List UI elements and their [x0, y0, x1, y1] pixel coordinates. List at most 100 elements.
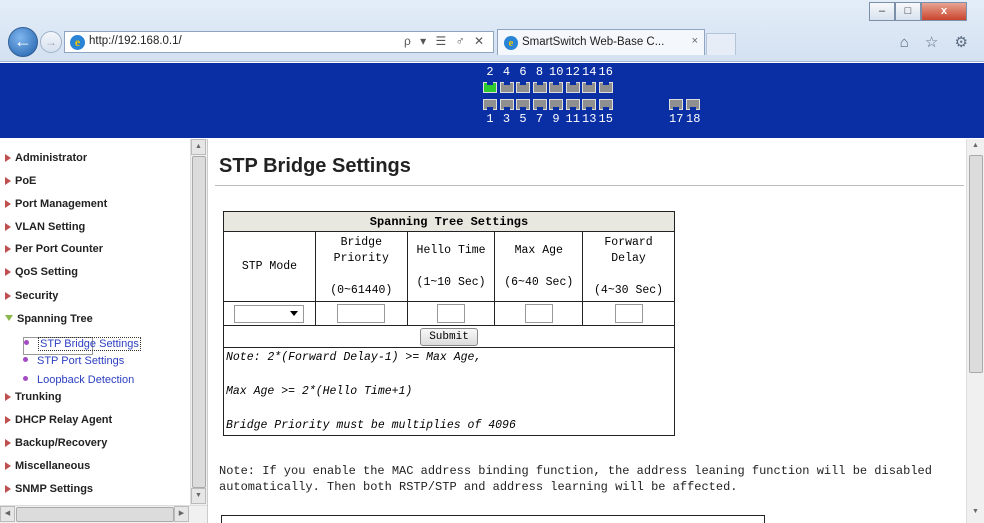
arrow-icon: [5, 462, 11, 470]
port-number-label: 10: [549, 65, 564, 79]
table-header-row: STP Mode Bridge Priority (0~61440) Hello …: [223, 231, 675, 302]
sidebar-item-spanning-tree[interactable]: Spanning Tree: [5, 313, 93, 325]
col-stp-mode: STP Mode: [223, 231, 316, 302]
maximize-button[interactable]: □: [895, 2, 921, 21]
spanning-tree-settings-table: Spanning Tree Settings STP Mode Bridge P…: [223, 211, 675, 436]
sidebar-item-snmp-settings[interactable]: SNMP Settings: [5, 483, 93, 495]
col-forward-delay: Forward Delay (4~30 Sec): [582, 231, 675, 302]
submit-row: Submit: [223, 325, 675, 348]
col-max-age: Max Age (6~40 Sec): [494, 231, 584, 302]
port-7-icon: [532, 99, 547, 110]
port-number-label: 18: [686, 112, 701, 126]
sidebar-item-dhcp-relay-agent[interactable]: DHCP Relay Agent: [5, 414, 112, 426]
sidebar-item-miscellaneous[interactable]: Miscellaneous: [5, 460, 90, 472]
address-bar[interactable]: e http://192.168.0.1/ ρ ▾ ☰ ♂ ✕: [64, 31, 494, 53]
sidebar-item-vlan-setting[interactable]: VLAN Setting: [5, 221, 85, 233]
port-number-label: 12: [565, 65, 580, 79]
back-arrow-icon[interactable]: ←: [8, 27, 38, 57]
scroll-down-icon[interactable]: ▼: [191, 488, 206, 504]
address-url: http://192.168.0.1/: [89, 35, 182, 47]
sidebar-item-port-management[interactable]: Port Management: [5, 198, 107, 210]
forward-delay-input[interactable]: [614, 304, 643, 323]
port-8-icon: [532, 82, 547, 93]
arrow-icon: [5, 200, 11, 208]
port-12-icon: [565, 82, 580, 93]
submit-button[interactable]: Submit: [420, 327, 478, 346]
main-content: STP Bridge Settings Spanning Tree Settin…: [209, 139, 966, 523]
sidebar-item-trunking[interactable]: Trunking: [5, 391, 61, 403]
forward-arrow-icon[interactable]: →: [40, 31, 62, 53]
sidebar-item-per-port-counter[interactable]: Per Port Counter: [5, 243, 103, 255]
next-table-top: [221, 515, 765, 523]
arrow-icon: [5, 439, 11, 447]
port-number-label: 6: [519, 65, 527, 79]
sidebar-vertical-scrollbar[interactable]: ▲ ▼: [190, 139, 207, 505]
sidebar-item-poe[interactable]: PoE: [5, 175, 36, 187]
sidebar-subitem-stp-port-settings[interactable]: STP Port Settings: [23, 355, 124, 367]
switch-panel: 2 4 6 8 10 12 14 16 1 3 5 7 9 11 13 15 17 18: [0, 63, 984, 138]
sidebar-item-administrator[interactable]: Administrator: [5, 152, 87, 164]
stp-mode-select[interactable]: [234, 304, 305, 323]
scroll-left-icon[interactable]: ◀: [0, 506, 15, 522]
new-tab-button[interactable]: [706, 33, 736, 55]
address-bar-tools[interactable]: ρ ▾ ☰ ♂ ✕: [404, 34, 487, 48]
arrow-icon: [5, 177, 11, 185]
minimize-button[interactable]: –: [869, 2, 895, 21]
tab-ie-icon: e: [504, 36, 518, 50]
page-title: STP Bridge Settings: [219, 155, 411, 177]
port-2-icon: [483, 82, 497, 93]
port-5-icon: [516, 99, 530, 110]
sidebar-item-backup-recovery[interactable]: Backup/Recovery: [5, 437, 107, 449]
port-6-icon: [516, 82, 530, 93]
bullet-icon: [23, 376, 28, 381]
col-bridge-priority: Bridge Priority (0~61440): [314, 231, 408, 302]
port-15-icon: [598, 99, 613, 110]
note-constraint-1: Note: 2*(Forward Delay-1) >= Max Age,: [226, 351, 482, 364]
expanded-arrow-icon: [5, 315, 13, 321]
sidebar-subitem-loopback-detection[interactable]: Loopback Detection: [23, 374, 134, 386]
arrow-icon: [5, 245, 11, 253]
scroll-right-icon[interactable]: ▶: [174, 506, 189, 522]
ie-logo-icon: e: [70, 35, 85, 50]
arrow-icon: [5, 485, 11, 493]
tab-close-icon[interactable]: ×: [692, 35, 698, 47]
scrollbar-thumb[interactable]: [192, 156, 206, 488]
max-age-input[interactable]: [524, 304, 553, 323]
port-number-label: 3: [502, 112, 511, 126]
port-4-icon: [499, 82, 514, 93]
port-number-label: 13: [582, 112, 597, 126]
scroll-up-icon[interactable]: ▲: [968, 139, 983, 155]
browser-tab[interactable]: e SmartSwitch Web-Base C... ×: [497, 29, 705, 55]
arrow-icon: [5, 223, 11, 231]
notes-row: Note: 2*(Forward Delay-1) >= Max Age, Ma…: [223, 347, 675, 436]
hello-time-input[interactable]: [437, 304, 466, 323]
bridge-priority-input[interactable]: [337, 304, 386, 323]
main-vertical-scrollbar[interactable]: ▲ ▼: [966, 139, 984, 523]
scroll-up-icon[interactable]: ▲: [191, 139, 206, 155]
port-number-label: 7: [535, 112, 544, 126]
port-13-icon: [582, 99, 596, 110]
main-scrollbar-thumb[interactable]: [969, 155, 983, 373]
note-constraint-3: Bridge Priority must be multiplies of 40…: [226, 419, 516, 432]
arrow-icon: [5, 268, 11, 276]
port-number-label: 17: [669, 112, 684, 126]
port-number-label: 16: [598, 65, 613, 79]
port-number-label: 8: [535, 65, 544, 79]
scroll-down-icon[interactable]: ▼: [968, 505, 983, 521]
close-window-button[interactable]: x: [921, 2, 967, 21]
chevron-down-icon: [290, 310, 299, 316]
sidebar-item-qos-setting[interactable]: QoS Setting: [5, 266, 78, 278]
toolbar-icons[interactable]: ⌂ ☆ ⚙: [900, 33, 974, 51]
port-number-label: 15: [598, 112, 613, 126]
port-17-icon: [669, 99, 683, 110]
port-16-icon: [598, 82, 613, 93]
port-number-label: 14: [582, 65, 597, 79]
port-number-label: 4: [502, 65, 511, 79]
port-10-icon: [549, 82, 563, 93]
hscrollbar-thumb[interactable]: [16, 507, 174, 522]
arrow-icon: [5, 416, 11, 424]
arrow-icon: [5, 154, 11, 162]
sidebar-horizontal-scrollbar[interactable]: ◀ ▶: [0, 505, 207, 523]
sidebar-subitem-stp-bridge-settings[interactable]: STP Bridge Settings: [23, 337, 141, 355]
sidebar-item-security[interactable]: Security: [5, 290, 58, 302]
